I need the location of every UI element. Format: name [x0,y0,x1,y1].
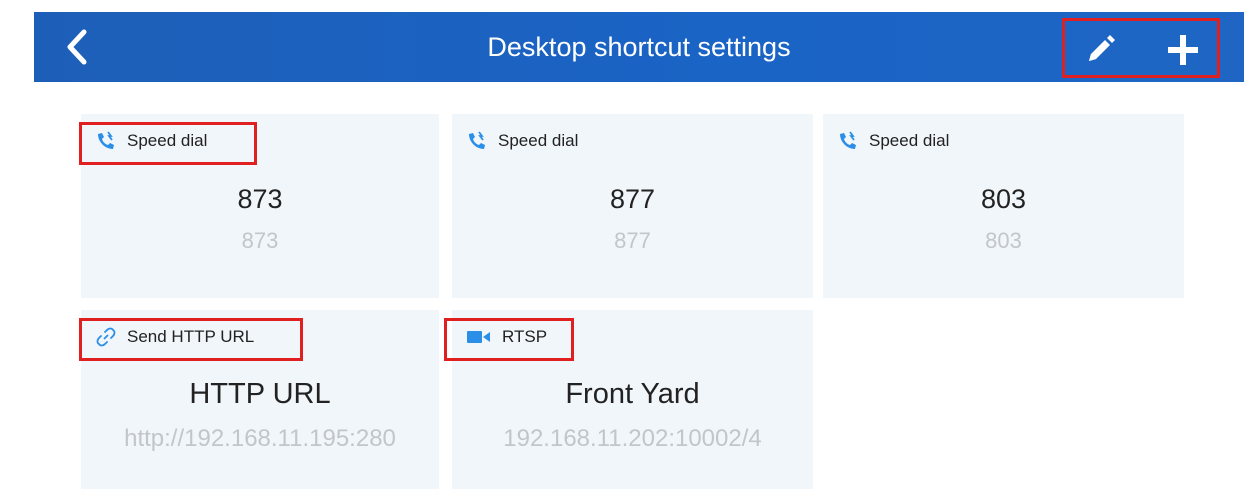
speed-dial-icon [840,131,856,149]
card-type-label: Speed dial [498,131,579,150]
card-value: 192.168.11.202:10002/4 [503,425,762,452]
pencil-icon [1089,35,1115,61]
card-type-label: RTSP [502,327,548,346]
card-value: http://192.168.11.195:280 [124,425,396,452]
card-name: 873 [237,184,283,214]
speed-dial-icon [98,131,114,149]
shortcut-card-speed-dial-803[interactable]: Speed dial 803 803 [823,114,1184,298]
plus-icon [1168,35,1198,65]
back-button[interactable] [54,24,100,70]
title-bar: Desktop shortcut settings [34,12,1244,82]
card-value: 803 [985,228,1022,253]
card-type-header: Speed dial [95,128,207,154]
video-camera-icon [467,331,490,343]
card-value: 873 [241,228,279,253]
shortcut-card-http-url[interactable]: Send HTTP URL HTTP URL http://192.168.11… [79,310,439,489]
card-type-header: Speed dial [837,128,949,154]
card-name: 877 [609,184,656,214]
chevron-left-icon [67,29,87,65]
shortcut-card-speed-dial-873[interactable]: Speed dial 873 873 [79,114,439,298]
card-type-header: Speed dial [466,128,578,154]
card-value: 877 [614,228,651,253]
card-name: Front Yard [565,378,700,410]
card-type-header: Send HTTP URL [95,324,254,350]
shortcut-card-speed-dial-877[interactable]: Speed dial 877 877 [452,114,813,298]
card-name: 803 [980,184,1027,214]
edit-button[interactable] [1079,29,1121,71]
card-type-header: RTSP [466,324,547,350]
add-button[interactable] [1162,29,1204,71]
card-type-label: Send HTTP URL [127,327,255,346]
card-name: HTTP URL [189,378,331,410]
speed-dial-icon [469,131,485,149]
header-actions-highlight [1062,18,1220,78]
card-type-label: Speed dial [869,131,950,150]
card-type-label: Speed dial [127,131,208,150]
shortcut-card-rtsp[interactable]: RTSP Front Yard 192.168.11.202:10002/4 [444,310,813,489]
link-icon [96,327,116,347]
